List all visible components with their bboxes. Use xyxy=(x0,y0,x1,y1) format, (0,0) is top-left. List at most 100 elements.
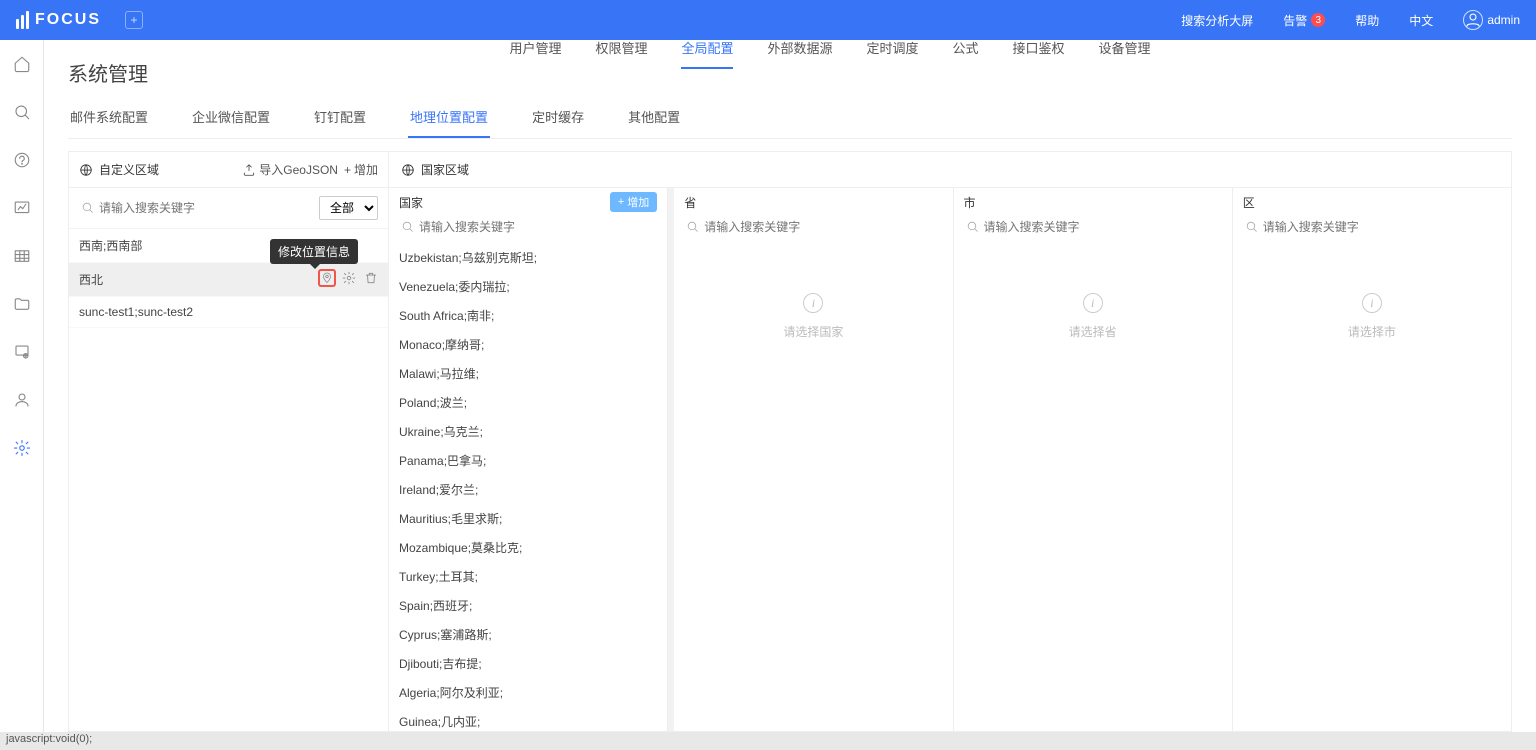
button-label: 导入GeoJSON xyxy=(259,161,338,178)
search-icon xyxy=(966,220,979,236)
add-custom-area-button[interactable]: + 增加 xyxy=(344,161,378,178)
city-search-input[interactable] xyxy=(964,216,1222,239)
globe-icon xyxy=(79,163,93,177)
city-empty: i 请选择省 xyxy=(954,243,1232,731)
nav-datasource-icon[interactable] xyxy=(12,342,32,362)
brand-icon xyxy=(16,11,29,29)
main-tab[interactable]: 接口鉴权 xyxy=(1013,40,1065,69)
topbar: FOCUS + 搜索分析大屏 告警 3 帮助 中文 admin xyxy=(0,0,1536,40)
sub-tabs: 邮件系统配置 企业微信配置 钉钉配置 地理位置配置 定时缓存 其他配置 xyxy=(68,107,1512,139)
button-label: 增加 xyxy=(354,161,378,178)
main-tab[interactable]: 全局配置 xyxy=(681,40,733,69)
country-item[interactable]: Spain;西班牙; xyxy=(399,591,657,620)
main-tab[interactable]: 用户管理 xyxy=(509,40,561,69)
country-item[interactable]: Djibouti;吉布提; xyxy=(399,649,657,678)
link-label: 告警 xyxy=(1283,12,1307,29)
custom-region-item[interactable]: sunc-test1;sunc-test2 xyxy=(69,297,388,328)
search-icon xyxy=(686,220,699,236)
main-tab[interactable]: 定时调度 xyxy=(867,40,919,69)
district-label: 区 xyxy=(1243,194,1255,211)
nav-home-icon[interactable] xyxy=(12,54,32,74)
nav-chart-icon[interactable] xyxy=(12,198,32,218)
country-item[interactable]: Ukraine;乌克兰; xyxy=(399,417,657,446)
nav-folder-icon[interactable] xyxy=(12,294,32,314)
link-alerts[interactable]: 告警 3 xyxy=(1283,12,1325,29)
country-column: 国家 +增加 Uzbekistan;乌兹别克斯坦;Venezuela;委内瑞拉;… xyxy=(389,188,668,731)
country-item[interactable]: South Africa;南非; xyxy=(399,301,657,330)
delete-icon[interactable] xyxy=(362,269,380,287)
plus-icon: + xyxy=(618,196,624,208)
link-label: 搜索分析大屏 xyxy=(1181,12,1253,29)
district-column: 区 i 请选择市 xyxy=(1233,188,1511,731)
tooltip: 修改位置信息 xyxy=(270,239,358,264)
sub-tab[interactable]: 定时缓存 xyxy=(530,107,586,138)
link-lang[interactable]: 中文 xyxy=(1409,12,1433,29)
national-area-title: 国家区域 xyxy=(421,161,469,178)
country-item[interactable]: Poland;波兰; xyxy=(399,388,657,417)
info-icon: i xyxy=(1362,293,1382,313)
user-label: admin xyxy=(1487,13,1520,27)
custom-search-input[interactable] xyxy=(79,197,311,219)
custom-area-panel: 自定义区域 导入GeoJSON + 增加 xyxy=(69,152,389,731)
search-icon xyxy=(1245,220,1258,236)
main-tab[interactable]: 外部数据源 xyxy=(767,40,832,69)
custom-area-title: 自定义区域 xyxy=(99,161,159,178)
link-user[interactable]: admin xyxy=(1463,10,1520,30)
main-tab[interactable]: 权限管理 xyxy=(595,40,647,69)
button-label: 增加 xyxy=(627,194,649,210)
country-item[interactable]: Mauritius;毛里求斯; xyxy=(399,504,657,533)
country-item[interactable]: Uzbekistan;乌兹别克斯坦; xyxy=(399,243,657,272)
nav-user-icon[interactable] xyxy=(12,390,32,410)
page-title: 系统管理 xyxy=(68,58,148,87)
search-icon xyxy=(401,220,414,236)
brand-logo: FOCUS xyxy=(16,11,101,29)
sub-tab[interactable]: 邮件系统配置 xyxy=(68,107,150,138)
country-item[interactable]: Panama;巴拿马; xyxy=(399,446,657,475)
country-list: Uzbekistan;乌兹别克斯坦;Venezuela;委内瑞拉;South A… xyxy=(389,243,667,731)
district-empty: i 请选择市 xyxy=(1233,243,1511,731)
nav-settings-icon[interactable] xyxy=(12,438,32,458)
sub-tab[interactable]: 钉钉配置 xyxy=(312,107,368,138)
sub-tab[interactable]: 企业微信配置 xyxy=(190,107,272,138)
alert-badge: 3 xyxy=(1311,13,1325,27)
country-label: 国家 xyxy=(399,194,423,211)
sub-tab[interactable]: 地理位置配置 xyxy=(408,107,490,138)
province-label: 省 xyxy=(684,194,696,211)
search-icon xyxy=(81,201,94,217)
country-item[interactable]: Algeria;阿尔及利亚; xyxy=(399,678,657,707)
statusbar: javascript:void(0); xyxy=(0,732,1536,750)
country-item[interactable]: Turkey;土耳其; xyxy=(399,562,657,591)
country-item[interactable]: Monaco;摩纳哥; xyxy=(399,330,657,359)
main-tab[interactable]: 公式 xyxy=(953,40,979,69)
settings-icon[interactable] xyxy=(340,269,358,287)
district-search-input[interactable] xyxy=(1243,216,1501,239)
country-item[interactable]: Guinea;几内亚; xyxy=(399,707,657,731)
avatar-icon xyxy=(1463,10,1483,30)
info-icon: i xyxy=(1083,293,1103,313)
country-search-input[interactable] xyxy=(399,216,657,239)
sub-tab[interactable]: 其他配置 xyxy=(626,107,682,138)
city-label: 市 xyxy=(964,194,976,211)
sidenav xyxy=(0,40,44,732)
import-geojson-button[interactable]: 导入GeoJSON xyxy=(242,161,338,178)
nav-help-icon[interactable] xyxy=(12,150,32,170)
empty-text: 请选择市 xyxy=(1348,323,1396,340)
main-tabs: 用户管理 权限管理 全局配置 外部数据源 定时调度 公式 接口鉴权 设备管理 xyxy=(148,40,1512,69)
country-item[interactable]: Venezuela;委内瑞拉; xyxy=(399,272,657,301)
province-search-input[interactable] xyxy=(684,216,942,239)
new-tab-button[interactable]: + xyxy=(125,11,143,29)
country-item[interactable]: Malawi;马拉维; xyxy=(399,359,657,388)
custom-filter-select[interactable]: 全部 xyxy=(319,196,378,220)
main-tab[interactable]: 设备管理 xyxy=(1099,40,1151,69)
nav-table-icon[interactable] xyxy=(12,246,32,266)
empty-text: 请选择省 xyxy=(1069,323,1117,340)
country-item[interactable]: Ireland;爱尔兰; xyxy=(399,475,657,504)
add-country-button[interactable]: +增加 xyxy=(610,192,657,212)
edit-location-icon[interactable] xyxy=(318,269,336,287)
nav-search-icon[interactable] xyxy=(12,102,32,122)
link-help[interactable]: 帮助 xyxy=(1355,12,1379,29)
custom-region-item[interactable]: 西北修改位置信息 xyxy=(69,263,388,297)
country-item[interactable]: Mozambique;莫桑比克; xyxy=(399,533,657,562)
link-search-dashboard[interactable]: 搜索分析大屏 xyxy=(1181,12,1253,29)
country-item[interactable]: Cyprus;塞浦路斯; xyxy=(399,620,657,649)
